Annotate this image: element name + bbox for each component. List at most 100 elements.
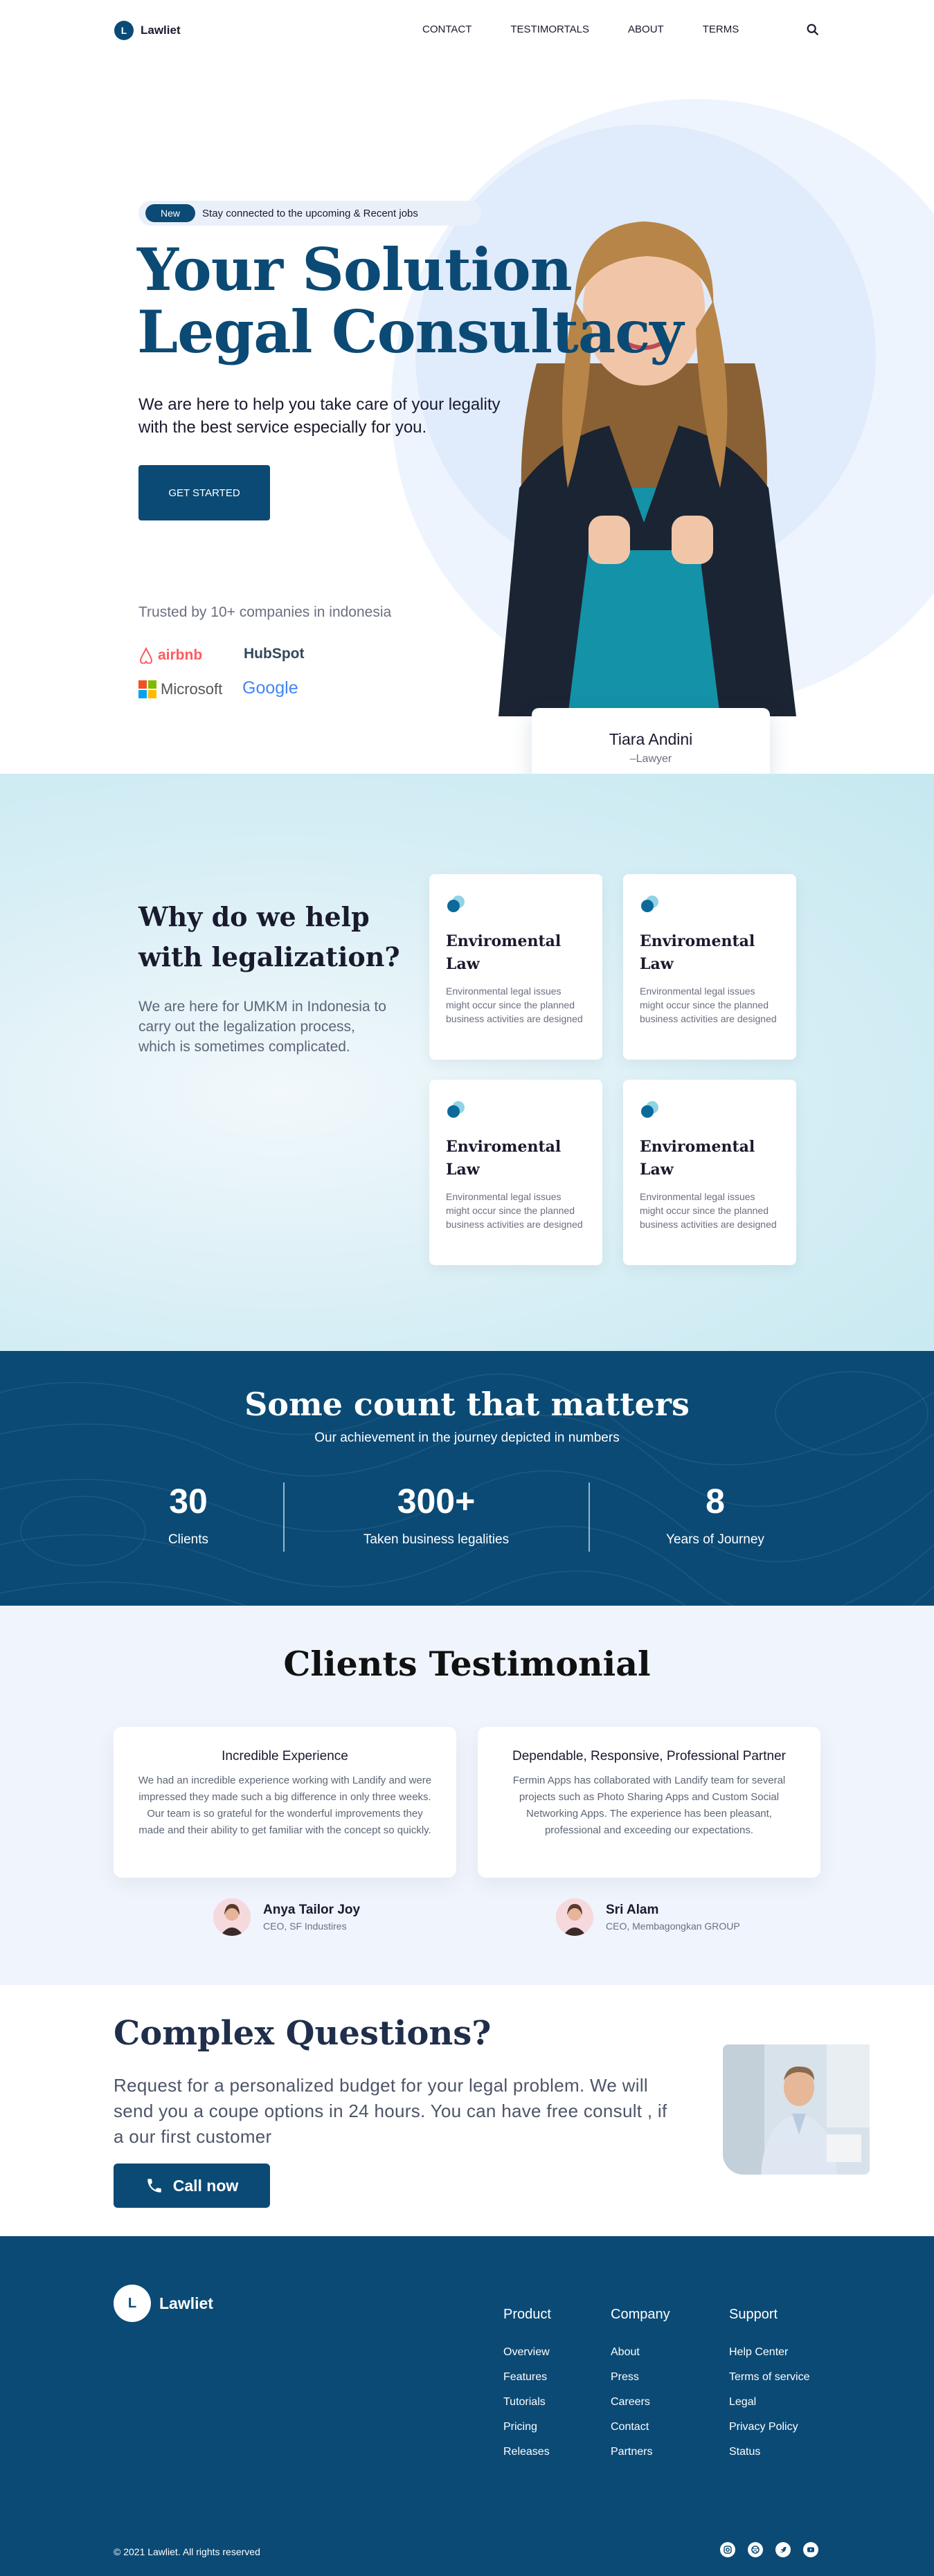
footer-link[interactable]: Privacy Policy [729,2420,809,2435]
stat-value: 8 [706,1482,725,1521]
search-icon[interactable] [805,22,820,37]
twitter-icon[interactable] [775,2542,791,2557]
nav-link-contact[interactable]: CONTACT [422,24,472,35]
card-title-line1: Enviromental [446,932,562,950]
card-title-line1: Enviromental [446,1138,562,1156]
avatar [213,1898,251,1936]
nav-link-terms[interactable]: TERMS [703,24,739,35]
stat-label: Clients [168,1532,209,1547]
google-text: Google [242,678,298,698]
testimonial-author: Anya Tailor Joy CEO, SF Industires [213,1898,360,1936]
footer-column-title: Company [611,2307,670,2322]
airbnb-logo: airbnb [138,647,202,664]
footer-link[interactable]: Tutorials [503,2395,551,2410]
testimonials-title: Clients Testimonial [283,1644,651,1684]
footer-link[interactable]: About [611,2345,670,2360]
card-title-line2: Law [640,1161,674,1179]
why-text: We are here for UMKM in Indonesia to car… [138,999,386,1055]
testimonials-section: Clients Testimonial Incredible Experienc… [0,1606,934,1985]
hero-title-line1: Your Solution [137,235,573,304]
footer-link[interactable]: Legal [729,2395,809,2410]
stat-divider [589,1482,590,1552]
footer-column-support: Support Help Center Terms of service Leg… [729,2307,809,2469]
author-name: Sri Alam [606,1903,659,1917]
call-now-button[interactable]: Call now [114,2164,270,2208]
footer-link[interactable]: Press [611,2370,670,2385]
hero-section: L Lawliet CONTACT TESTIMORTALS ABOUT TER… [0,0,934,774]
testimonial-card: Incredible Experience We had an incredib… [114,1727,456,1878]
microsoft-logo: Microsoft [138,680,222,698]
social-links [720,2542,818,2557]
footer-logo[interactable]: L Lawliet [114,2285,213,2322]
hero-subtitle: We are here to help you take care of you… [138,395,501,437]
footer-link[interactable]: Partners [611,2445,670,2460]
avatar [556,1898,593,1936]
footer-link[interactable]: Status [729,2445,809,2460]
why-section: Why do we help with legalization? We are… [0,774,934,1351]
footer-link[interactable]: Terms of service [729,2370,809,2385]
hero-title-line2: Legal Consultacy [137,298,683,366]
why-title-line1: Why do we help [138,901,370,932]
instagram-icon[interactable] [720,2542,735,2557]
stat-value: 30 [169,1482,208,1521]
stat-years: 8 Years of Journey [611,1481,819,1548]
phone-icon [147,2179,161,2193]
copyright: © 2021 Lawliet. All rights reserved [114,2546,260,2557]
why-title: Why do we help with legalization? [138,897,400,977]
card-title-line2: Law [446,1161,480,1179]
author-role: CEO, Membagongkan GROUP [606,1921,740,1932]
dribbble-icon[interactable] [748,2542,763,2557]
nav-link-testimonials[interactable]: TESTIMORTALS [510,24,589,35]
service-card[interactable]: Enviromental Law Environmental legal issu… [429,1080,602,1265]
pill-icon [447,896,465,912]
card-title-line1: Enviromental [640,1138,755,1156]
card-title: Enviromental Law [446,1136,586,1181]
service-card[interactable]: Enviromental Law Environmental legal issu… [623,1080,796,1265]
hubspot-logo: HubSpot [244,646,304,662]
footer-link[interactable]: Overview [503,2345,551,2360]
airbnb-icon [140,647,152,664]
footer-link[interactable]: Careers [611,2395,670,2410]
cta-text: Request for a personalized budget for yo… [114,2075,667,2147]
stats-section: Some count that matters Our achievement … [0,1351,934,1606]
stats-title: Some count that matters [244,1386,690,1423]
lawyer-role: –Lawyer [629,753,672,765]
nav-link-about[interactable]: ABOUT [628,24,664,35]
card-title: Enviromental Law [446,930,586,976]
trusted-text: Trusted by 10+ companies in indonesia [138,604,392,620]
pill-icon [641,1101,658,1118]
footer-column-title: Product [503,2307,551,2322]
lawyer-name: Tiara Andini [609,730,693,748]
microsoft-text: Microsoft [161,680,223,698]
stat-label: Taken business legalities [363,1532,510,1547]
cta-title: Complex Questions? [114,2014,492,2053]
footer-link[interactable]: Releases [503,2445,551,2460]
footer: L Lawliet Product Overview Features Tuto… [0,2236,934,2576]
footer-column-product: Product Overview Features Tutorials Pric… [503,2307,551,2469]
footer-link[interactable]: Pricing [503,2420,551,2435]
top-nav: L Lawliet CONTACT TESTIMORTALS ABOUT TER… [0,0,934,62]
testimonial-heading: Incredible Experience [222,1749,348,1763]
testimonial-body: We had an incredible experience working … [138,1775,432,1836]
call-now-label: Call now [172,2176,239,2195]
stat-divider [283,1482,285,1552]
youtube-icon[interactable] [803,2542,818,2557]
footer-link[interactable]: Features [503,2370,551,2385]
why-title-line2: with legalization? [138,941,400,972]
service-card[interactable]: Enviromental Law Environmental legal issu… [429,874,602,1060]
service-card[interactable]: Enviromental Law Environmental legal issu… [623,874,796,1060]
stat-value: 300+ [397,1482,476,1521]
microsoft-icon [138,680,156,698]
badge-text: Stay connected to the upcoming & Recent … [202,207,418,219]
get-started-button[interactable]: GET STARTED [138,465,270,520]
badge-new-label: New [145,204,196,222]
announcement-badge[interactable]: New Stay connected to the upcoming & Rec… [138,201,481,226]
card-text: Environmental legal issues might occur s… [640,1191,777,1230]
logo[interactable]: L Lawliet [114,21,181,40]
footer-link[interactable]: Contact [611,2420,670,2435]
card-text: Environmental legal issues might occur s… [640,986,777,1024]
businessman-photo [723,2044,870,2175]
testimonial-card: Dependable, Responsive, Professional Par… [478,1727,820,1878]
stat-clients: 30 Clients [84,1481,292,1548]
footer-link[interactable]: Help Center [729,2345,809,2360]
